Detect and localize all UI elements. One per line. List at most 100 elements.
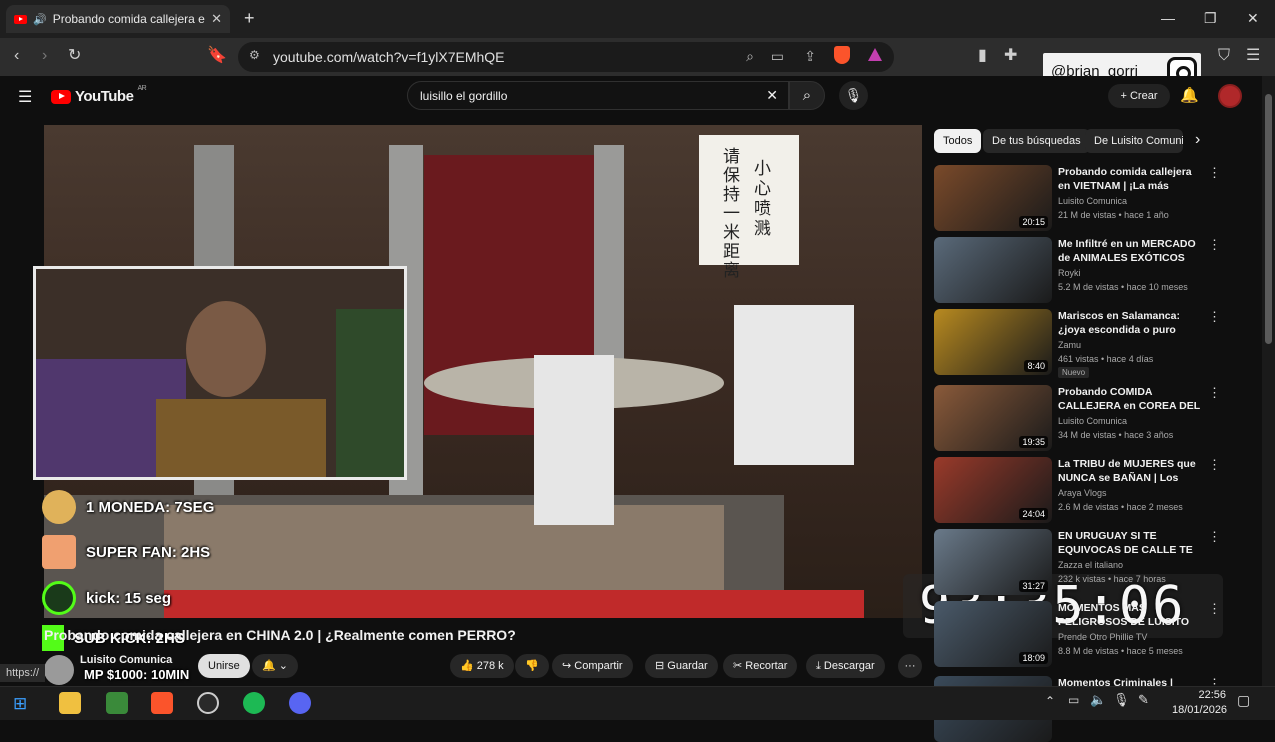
brave-rewards-icon[interactable] bbox=[868, 48, 882, 61]
more-actions-button[interactable]: ··· bbox=[898, 654, 922, 678]
video-thumbnail[interactable]: 8:40 bbox=[934, 309, 1052, 375]
share-icon[interactable]: ⇪ bbox=[804, 48, 816, 65]
windows-start-icon[interactable]: ⊞ bbox=[13, 694, 27, 714]
recommended-video[interactable]: 24:04 La TRIBU de MUJERES que NUNCA se BA… bbox=[934, 457, 1224, 523]
obs-icon[interactable] bbox=[197, 692, 219, 714]
recommended-title[interactable]: MOMENTOS MÁS PELIGROSOS DE LUISITO COMUN… bbox=[1058, 601, 1202, 629]
recommended-video[interactable]: Me Infiltré en un MERCADO de ANIMALES EX… bbox=[934, 237, 1224, 303]
discord-icon[interactable] bbox=[289, 692, 311, 714]
menu-icon[interactable]: ☰ bbox=[1246, 47, 1260, 65]
video-thumbnail[interactable]: 20:15 bbox=[934, 165, 1052, 231]
address-bar[interactable]: ⚙ youtube.com/watch?v=f1ylX7EMhQE ⌕ ▭ ⇪ bbox=[238, 42, 894, 72]
brave-shield-icon[interactable] bbox=[834, 46, 850, 64]
video-thumbnail[interactable] bbox=[934, 237, 1052, 303]
notifications-bell-icon[interactable]: 🔔 bbox=[1180, 86, 1199, 104]
scrollbar-thumb[interactable] bbox=[1265, 94, 1272, 344]
video-thumbnail[interactable]: 24:04 bbox=[934, 457, 1052, 523]
recommended-channel[interactable]: Luisito Comunica bbox=[1058, 416, 1127, 426]
youtube-logo[interactable]: YouTube AR bbox=[51, 85, 147, 105]
more-options-icon[interactable]: ⋮ bbox=[1208, 601, 1221, 617]
overlay-mp-text: MP $1000: 10MIN bbox=[84, 667, 190, 682]
more-options-icon[interactable]: ⋮ bbox=[1208, 309, 1221, 325]
tray-chevron-icon[interactable]: ⌃ bbox=[1045, 694, 1055, 708]
recommended-title[interactable]: Mariscos en Salamanca: ¿joya escondida o… bbox=[1058, 309, 1202, 337]
video-thumbnail[interactable]: 19:35 bbox=[934, 385, 1052, 451]
taskbar-clock[interactable]: 22:56 18/01/2026 bbox=[1172, 688, 1227, 718]
chevron-right-icon[interactable]: › bbox=[1195, 131, 1200, 149]
create-button[interactable]: + Crear bbox=[1108, 84, 1170, 108]
minimize-button[interactable]: — bbox=[1161, 10, 1175, 26]
video-thumbnail[interactable]: 18:09 bbox=[934, 601, 1052, 667]
recommended-title[interactable]: La TRIBU de MUJERES que NUNCA se BAÑAN |… bbox=[1058, 457, 1202, 485]
zoom-icon[interactable]: ⌕ bbox=[746, 48, 754, 65]
new-tab-button[interactable]: + bbox=[244, 8, 255, 29]
channel-avatar[interactable] bbox=[44, 655, 74, 685]
recommended-video[interactable]: 31:27 EN URUGUAY SI TE EQUIVOCAS DE CALLE… bbox=[934, 529, 1224, 595]
brave-browser-icon[interactable] bbox=[151, 692, 173, 714]
recommended-title[interactable]: Probando COMIDA CALLEJERA en COREA DEL S… bbox=[1058, 385, 1202, 413]
subscribed-bell-button[interactable]: 🔔 ⌄ bbox=[252, 654, 298, 678]
recommended-video[interactable]: 8:40 Mariscos en Salamanca: ¿joya escondi… bbox=[934, 309, 1224, 378]
more-options-icon[interactable]: ⋮ bbox=[1208, 237, 1221, 253]
volume-icon[interactable]: 🔈 bbox=[1090, 692, 1106, 708]
more-options-icon[interactable]: ⋮ bbox=[1208, 457, 1221, 473]
recommended-title[interactable]: EN URUGUAY SI TE EQUIVOCAS DE CALLE TE M… bbox=[1058, 529, 1202, 557]
site-info-icon[interactable]: ⚙ bbox=[249, 48, 260, 62]
recommended-meta: 232 k vistas • hace 7 horas bbox=[1058, 574, 1166, 584]
notification-center-icon[interactable]: ▢ bbox=[1237, 692, 1250, 709]
recommended-title[interactable]: Probando comida callejera en VIETNAM | ¡… bbox=[1058, 165, 1202, 193]
close-tab-icon[interactable]: ✕ bbox=[211, 11, 222, 27]
clear-search-icon[interactable]: ✕ bbox=[766, 87, 778, 104]
microphone-tray-icon[interactable]: 🎙 bbox=[1113, 692, 1130, 708]
voice-search-button[interactable]: 🎙 bbox=[839, 81, 868, 110]
minecraft-icon[interactable] bbox=[106, 692, 128, 714]
pen-icon[interactable]: ✎ bbox=[1138, 692, 1149, 708]
reload-icon[interactable]: ↻ bbox=[68, 47, 81, 65]
download-button[interactable]: ⤓ Descargar bbox=[806, 654, 885, 678]
recommended-video[interactable]: 20:15 Probando comida callejera en VIETNA… bbox=[934, 165, 1224, 231]
video-duration: 19:35 bbox=[1019, 436, 1048, 448]
recommended-channel[interactable]: Zazza el italiano bbox=[1058, 560, 1123, 570]
extension-icon[interactable]: ▮ bbox=[978, 47, 987, 65]
forward-icon[interactable]: › bbox=[42, 47, 47, 65]
search-button[interactable]: ⌕ bbox=[789, 81, 825, 110]
speaker-icon[interactable]: 🔊 bbox=[33, 13, 47, 26]
hamburger-menu-icon[interactable]: ☰ bbox=[18, 87, 32, 107]
join-button[interactable]: Unirse bbox=[198, 654, 250, 678]
recommended-channel[interactable]: Zamu bbox=[1058, 340, 1081, 350]
recommended-channel[interactable]: Luisito Comunica bbox=[1058, 196, 1127, 206]
network-icon[interactable]: ▭ bbox=[1068, 693, 1079, 707]
recommended-channel[interactable]: Prende Otro Phillie TV bbox=[1058, 632, 1147, 642]
recommended-channel[interactable]: Royki bbox=[1058, 268, 1081, 278]
spotify-icon[interactable] bbox=[243, 692, 265, 714]
chip-todos[interactable]: Todos bbox=[934, 129, 982, 153]
recommended-title[interactable]: Me Infiltré en un MERCADO de ANIMALES EX… bbox=[1058, 237, 1202, 265]
kick-icon bbox=[42, 581, 76, 615]
recommended-video[interactable]: 19:35 Probando COMIDA CALLEJERA en COREA … bbox=[934, 385, 1224, 451]
more-options-icon[interactable]: ⋮ bbox=[1208, 165, 1221, 181]
vpn-icon[interactable]: ⛉ bbox=[1218, 47, 1230, 65]
like-button[interactable]: 👍 278 k bbox=[450, 654, 514, 678]
restore-button[interactable]: ❐ bbox=[1204, 10, 1217, 27]
recommended-channel[interactable]: Araya Vlogs bbox=[1058, 488, 1107, 498]
channel-name[interactable]: Luisito Comunica bbox=[80, 654, 172, 666]
close-window-button[interactable]: ✕ bbox=[1247, 10, 1259, 27]
share-button[interactable]: ↪ Compartir bbox=[552, 654, 633, 678]
cast-icon[interactable]: ▭ bbox=[771, 48, 784, 65]
dislike-button[interactable]: 👎 bbox=[515, 654, 549, 678]
save-button[interactable]: ⊟ Guardar bbox=[645, 654, 718, 678]
browser-tab[interactable]: 🔊 Probando comida callejera en ✕ bbox=[6, 5, 230, 33]
extensions-puzzle-icon[interactable]: ✚ bbox=[1004, 47, 1017, 65]
search-input[interactable]: luisillo el gordillo ✕ bbox=[407, 81, 789, 110]
account-avatar[interactable] bbox=[1218, 84, 1242, 108]
bookmark-icon[interactable]: 🔖 bbox=[207, 47, 227, 65]
video-thumbnail[interactable]: 31:27 bbox=[934, 529, 1052, 595]
file-explorer-icon[interactable] bbox=[59, 692, 81, 714]
recommended-video[interactable]: 18:09 MOMENTOS MÁS PELIGROSOS DE LUISITO … bbox=[934, 601, 1224, 667]
back-icon[interactable]: ‹ bbox=[14, 47, 19, 65]
more-options-icon[interactable]: ⋮ bbox=[1208, 385, 1221, 401]
chip-luisito[interactable]: De Luisito Comunica bbox=[1085, 129, 1183, 153]
chip-busquedas[interactable]: De tus búsquedas bbox=[983, 129, 1090, 153]
clip-button[interactable]: ✂ Recortar bbox=[723, 654, 798, 678]
more-options-icon[interactable]: ⋮ bbox=[1208, 529, 1221, 545]
